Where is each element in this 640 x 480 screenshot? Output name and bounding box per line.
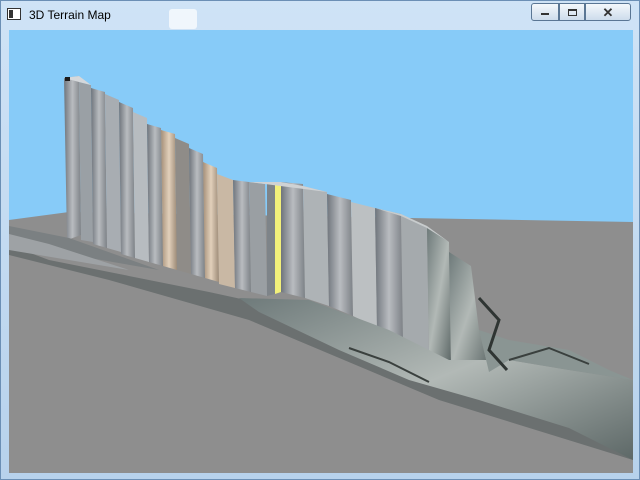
maximize-icon: [567, 8, 577, 16]
minimize-button[interactable]: [531, 3, 559, 21]
close-icon: ✕: [602, 4, 614, 20]
titlebar-glass-reflection: [169, 9, 197, 29]
minimize-icon: [541, 13, 549, 15]
terrain-3d-viewport[interactable]: [9, 30, 633, 473]
close-button[interactable]: ✕: [585, 3, 631, 21]
maximize-button[interactable]: [559, 3, 585, 21]
app-window: 3D Terrain Map ✕: [0, 0, 640, 480]
window-title: 3D Terrain Map: [29, 8, 111, 22]
title-bar[interactable]: 3D Terrain Map ✕: [1, 1, 639, 29]
app-window-icon[interactable]: [7, 8, 21, 20]
terrain-render: [9, 30, 633, 473]
terrain-highlight: [275, 182, 281, 294]
